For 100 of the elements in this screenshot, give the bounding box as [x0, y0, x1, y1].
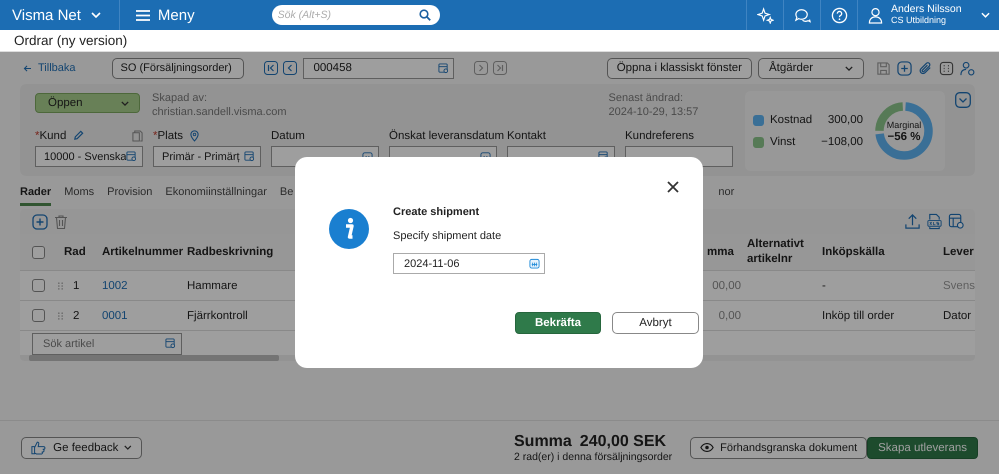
table-cell: Fjärrkontroll	[187, 310, 248, 322]
field-label: Plats	[157, 130, 184, 142]
table-cell: Inköp till order	[822, 310, 894, 322]
column-header[interactable]: Inköpskälla	[822, 246, 885, 258]
legend-value: −108,00	[821, 136, 863, 148]
tab[interactable]: Provision	[107, 180, 152, 206]
modified-date: 2024-10-29, 13:57	[608, 105, 698, 119]
item-number-link[interactable]: 1002	[102, 280, 128, 292]
previous-icon[interactable]	[282, 61, 296, 75]
table-settings-icon[interactable]	[948, 213, 965, 230]
info-icon	[329, 209, 369, 249]
table-cell: Dator	[943, 310, 972, 322]
copy-icon[interactable]	[132, 130, 143, 142]
excel-file-icon[interactable]	[926, 213, 943, 230]
donut-value: −56 %	[888, 131, 920, 143]
item-search-field[interactable]: Sök artikel	[32, 333, 182, 355]
select-all-checkbox[interactable]	[32, 246, 45, 258]
table-cell: 1	[73, 280, 80, 292]
donut-title: Marginal	[886, 119, 922, 131]
order-type-dropdown[interactable]: SO (Försäljningsorder)	[112, 58, 244, 78]
user-settings-icon[interactable]	[960, 60, 975, 76]
row-checkbox[interactable]	[32, 309, 45, 322]
tab[interactable]: Rader	[20, 180, 52, 206]
eye-icon[interactable]	[700, 443, 714, 452]
legend-label: Kostnad	[770, 114, 814, 126]
create-shipment-button[interactable]: Skapa utleverans	[867, 436, 978, 458]
thumbs-up-icon[interactable]	[31, 440, 48, 455]
upload-icon[interactable]	[904, 213, 921, 230]
table-cell: 00,00	[712, 280, 741, 292]
form-field[interactable]: Primär - Primärț	[153, 146, 261, 167]
required-mark: *	[153, 130, 158, 142]
row-count-text: 2 rad(er) i denna försäljningsorder	[514, 451, 672, 463]
paperclip-icon[interactable]	[918, 60, 933, 76]
calendar-grid-icon[interactable]	[939, 60, 954, 76]
actions-dropdown[interactable]: Åtgärder	[758, 58, 864, 78]
column-header[interactable]: Lever	[943, 246, 974, 258]
tab[interactable]: Be	[280, 180, 294, 206]
feedback-button[interactable]: Ge feedback	[21, 436, 142, 458]
save-icon[interactable]	[876, 60, 891, 76]
confirm-button[interactable]: Bekräfta	[515, 312, 601, 334]
preview-button[interactable]: Förhandsgranska dokument	[690, 436, 868, 458]
sum-label: Summa	[514, 432, 572, 451]
column-header[interactable]: mma	[707, 246, 734, 258]
add-icon[interactable]	[897, 60, 912, 76]
column-header[interactable]: Rad	[64, 246, 86, 258]
legend-value: 300,00	[828, 114, 863, 126]
field-label: Kund	[39, 130, 66, 142]
item-number-link[interactable]: 0001	[102, 310, 128, 322]
required-mark: *	[35, 130, 40, 142]
table-cell: Svens	[943, 280, 975, 292]
drag-handle-icon[interactable]	[58, 310, 63, 320]
table-cell: 0,00	[718, 310, 741, 322]
field-label: Kontakt	[507, 130, 546, 142]
scrollbar-thumb[interactable]	[29, 355, 279, 361]
column-header[interactable]: Artikelnummer	[102, 246, 184, 258]
arrow-left-icon[interactable]	[23, 64, 32, 72]
created-label: Skapad av:	[152, 91, 208, 105]
sum-value: 240,00 SEK	[580, 432, 666, 451]
search-field[interactable]: Sök (Alt+S)	[272, 5, 440, 25]
column-header[interactable]: Radbeskrivning	[187, 246, 274, 258]
order-number-field[interactable]: 000458	[302, 58, 454, 78]
menu-icon[interactable]	[136, 10, 150, 20]
back-link[interactable]: Tillbaka	[23, 62, 76, 74]
add-icon[interactable]	[32, 214, 48, 230]
open-classic-button[interactable]: Öppna i klassiskt fönster	[606, 58, 752, 78]
tab[interactable]: nor	[718, 180, 734, 206]
first-page-icon[interactable]	[264, 61, 278, 75]
column-header[interactable]: Alternativt artikelnr	[747, 237, 816, 267]
last-page-icon[interactable]	[492, 61, 506, 75]
app-switcher[interactable]: Visma Net	[12, 6, 81, 24]
field-label: Önskat leveransdatum	[389, 130, 504, 142]
trash-icon[interactable]	[53, 214, 69, 230]
menu-button[interactable]: Meny	[128, 6, 203, 24]
next-icon[interactable]	[474, 61, 488, 75]
tab[interactable]: Moms	[64, 180, 94, 206]
donut-drawing	[875, 102, 933, 160]
field-label: Kundreferens	[625, 130, 694, 142]
row-checkbox[interactable]	[32, 279, 45, 292]
collapse-icon[interactable]	[955, 92, 971, 108]
date-field[interactable]: 2024-11-06	[393, 253, 545, 274]
table-cell: Hammare	[187, 280, 238, 292]
chevron-down-icon[interactable]	[845, 66, 853, 70]
page-title: Ordrar (ny version)	[14, 33, 128, 48]
status-dropdown[interactable]: Öppen	[35, 93, 140, 113]
legend-label: Vinst	[770, 136, 796, 148]
chevron-down-icon[interactable]	[121, 100, 129, 106]
user-icon[interactable]	[868, 6, 883, 24]
table-cell: -	[822, 280, 826, 292]
table-cell: 2	[73, 310, 80, 322]
company-name: CS Utbildning	[891, 15, 948, 26]
tab[interactable]: Ekonomiinställningar	[165, 180, 267, 206]
pencil-icon[interactable]	[73, 130, 84, 141]
search-icon[interactable]	[418, 9, 431, 21]
location-pin-icon[interactable]	[190, 130, 200, 142]
close-icon[interactable]	[667, 181, 679, 193]
field-label: Datum	[271, 130, 305, 142]
chevron-down-icon[interactable]	[124, 445, 132, 450]
drag-handle-icon[interactable]	[58, 280, 63, 290]
dialog-title: Create shipment	[393, 206, 480, 218]
cancel-button[interactable]: Avbryt	[612, 312, 699, 334]
